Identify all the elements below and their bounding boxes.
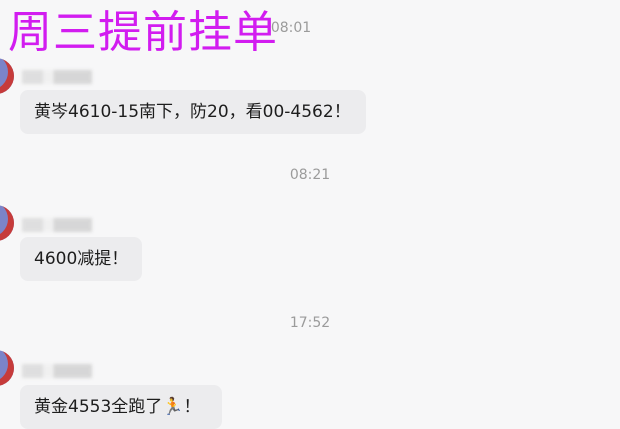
message-suffix: ！ bbox=[183, 397, 201, 417]
avatar[interactable] bbox=[0, 350, 14, 386]
message-bubble[interactable]: 黄金4553全跑了🏃！ bbox=[20, 385, 222, 429]
running-person-icon: 🏃 bbox=[162, 397, 184, 417]
avatar[interactable] bbox=[0, 205, 14, 241]
message-text: 黄金4553全跑了 bbox=[34, 397, 163, 417]
sender-name bbox=[22, 364, 92, 378]
timestamp: 17:52 bbox=[289, 315, 331, 331]
timestamp: 08:01 bbox=[270, 20, 312, 36]
message-bubble[interactable]: 4600减提！ bbox=[20, 237, 142, 281]
sender-name bbox=[22, 70, 92, 84]
timestamp: 08:21 bbox=[289, 167, 331, 183]
sender-name bbox=[22, 218, 92, 232]
avatar[interactable] bbox=[0, 58, 14, 94]
message-bubble[interactable]: 黄岑4610-15南下，防20，看00-4562！ bbox=[20, 90, 366, 134]
